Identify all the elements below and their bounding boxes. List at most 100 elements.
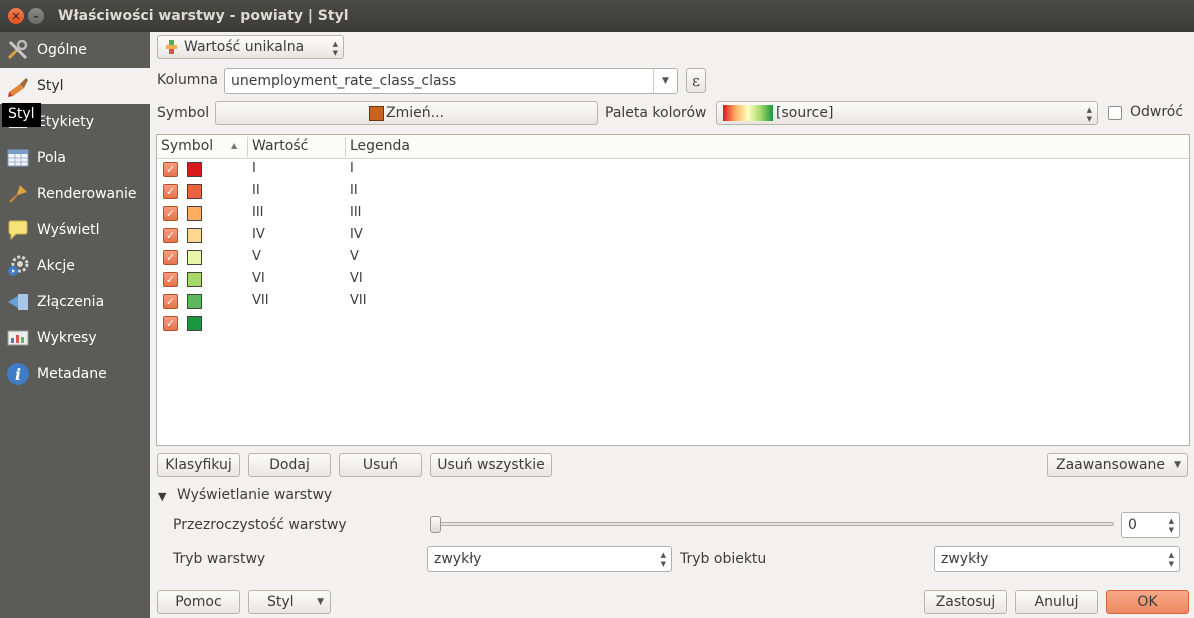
feature-blend-select[interactable]: zwykły ▲ ▼ — [934, 546, 1180, 572]
column-combobox[interactable]: unemployment_rate_class_class ▼ — [224, 68, 678, 94]
feature-blend-value: zwykły — [941, 551, 989, 567]
chevron-down-icon: ▼ — [317, 597, 324, 607]
layer-rendering-section-title[interactable]: Wyświetlanie warstwy — [177, 487, 332, 503]
row-value[interactable]: III — [252, 205, 264, 220]
row-visible-checkbox[interactable]: ✓ — [163, 206, 178, 221]
sort-ascending-icon: ▲ — [231, 141, 238, 150]
header-value[interactable]: Wartość — [252, 138, 308, 154]
collapse-triangle-icon[interactable]: ▼ — [158, 490, 166, 503]
chevron-down-icon: ▼ — [1174, 460, 1181, 470]
sidebar-item-label: Złączenia — [37, 294, 105, 310]
row-symbol-swatch[interactable] — [187, 316, 202, 331]
row-value[interactable]: I — [252, 161, 256, 176]
transparency-slider[interactable] — [430, 515, 1114, 535]
transparency-label: Przezroczystość warstwy — [173, 517, 347, 533]
table-row[interactable]: ✓ — [157, 313, 1189, 335]
gear-icon — [6, 254, 30, 278]
expression-button[interactable]: ε — [686, 68, 706, 93]
categories-table[interactable]: Symbol ▲ Wartość Legenda ✓ I I ✓ II II ✓… — [156, 134, 1190, 446]
sidebar-item-style[interactable]: Styl — [0, 68, 150, 104]
row-value[interactable]: VII — [252, 293, 269, 308]
table-row[interactable]: ✓ IV IV — [157, 225, 1189, 247]
row-legend[interactable]: III — [350, 205, 362, 220]
updown-icon: ▲ ▼ — [660, 551, 666, 568]
help-button[interactable]: Pomoc — [157, 590, 240, 614]
row-visible-checkbox[interactable]: ✓ — [163, 294, 178, 309]
row-visible-checkbox[interactable]: ✓ — [163, 162, 178, 177]
row-symbol-swatch[interactable] — [187, 162, 202, 177]
table-row[interactable]: ✓ VI VI — [157, 269, 1189, 291]
style-menu-button[interactable]: Styl ▼ — [248, 590, 331, 614]
row-legend[interactable]: I — [350, 161, 354, 176]
invert-label: Odwróć — [1130, 104, 1184, 120]
sidebar-item-general[interactable]: Ogólne — [0, 32, 150, 68]
sidebar-item-fields[interactable]: Pola — [0, 140, 150, 176]
header-legend[interactable]: Legenda — [350, 138, 410, 154]
sidebar-item-label: Ogólne — [37, 42, 87, 58]
remove-all-button[interactable]: Usuń wszystkie — [430, 453, 552, 477]
row-symbol-swatch[interactable] — [187, 250, 202, 265]
renderer-type-select[interactable]: Wartość unikalna ▲ ▼ — [157, 35, 344, 59]
ok-button[interactable]: OK — [1106, 590, 1189, 614]
close-icon[interactable]: ✕ — [8, 8, 24, 24]
layer-blend-value: zwykły — [434, 551, 482, 567]
row-legend[interactable]: V — [350, 249, 359, 264]
row-visible-checkbox[interactable]: ✓ — [163, 272, 178, 287]
add-button[interactable]: Dodaj — [248, 453, 331, 477]
color-ramp-select[interactable]: [source] ▲ ▼ — [716, 101, 1098, 125]
row-symbol-swatch[interactable] — [187, 206, 202, 221]
row-visible-checkbox[interactable]: ✓ — [163, 184, 178, 199]
row-visible-checkbox[interactable]: ✓ — [163, 250, 178, 265]
row-legend[interactable]: II — [350, 183, 358, 198]
row-visible-checkbox[interactable]: ✓ — [163, 228, 178, 243]
paintbrush-icon — [6, 74, 30, 98]
transparency-spinbox[interactable]: 0 ▲ ▼ — [1121, 512, 1180, 538]
layer-blend-select[interactable]: zwykły ▲ ▼ — [427, 546, 672, 572]
table-row[interactable]: ✓ VII VII — [157, 291, 1189, 313]
apply-button[interactable]: Zastosuj — [924, 590, 1007, 614]
sidebar-item-joins[interactable]: Złączenia — [0, 284, 150, 320]
table-icon — [6, 146, 30, 170]
sidebar-item-actions[interactable]: Akcje — [0, 248, 150, 284]
table-row[interactable]: ✓ V V — [157, 247, 1189, 269]
row-legend[interactable]: VI — [350, 271, 363, 286]
window-title: Właściwości warstwy - powiaty | Styl — [58, 8, 349, 24]
classify-button[interactable]: Klasyfikuj — [157, 453, 240, 477]
slider-handle[interactable] — [430, 516, 441, 533]
table-row[interactable]: ✓ II II — [157, 181, 1189, 203]
window-titlebar: ✕ – Właściwości warstwy - powiaty | Styl — [0, 0, 1194, 32]
row-symbol-swatch[interactable] — [187, 228, 202, 243]
row-symbol-swatch[interactable] — [187, 184, 202, 199]
row-symbol-swatch[interactable] — [187, 294, 202, 309]
minimize-icon[interactable]: – — [28, 8, 44, 24]
chevron-down-icon[interactable]: ▼ — [653, 69, 677, 93]
row-value[interactable]: V — [252, 249, 261, 264]
row-legend[interactable]: VII — [350, 293, 367, 308]
row-symbol-swatch[interactable] — [187, 272, 202, 287]
table-row[interactable]: ✓ I I — [157, 159, 1189, 181]
column-label: Kolumna — [157, 72, 218, 88]
row-value[interactable]: IV — [252, 227, 265, 242]
invert-checkbox[interactable] — [1108, 106, 1122, 120]
updown-icon: ▲ ▼ — [1168, 551, 1174, 568]
updown-icon[interactable]: ▲ ▼ — [1169, 517, 1174, 535]
brush-icon — [6, 182, 30, 206]
row-value[interactable]: II — [252, 183, 260, 198]
table-row[interactable]: ✓ III III — [157, 203, 1189, 225]
sidebar-item-metadata[interactable]: i Metadane — [0, 356, 150, 392]
row-value[interactable]: VI — [252, 271, 265, 286]
tools-icon — [6, 38, 30, 62]
advanced-button[interactable]: Zaawansowane ▼ — [1047, 453, 1188, 477]
sidebar-item-rendering[interactable]: Renderowanie — [0, 176, 150, 212]
remove-button[interactable]: Usuń — [339, 453, 422, 477]
sidebar-item-display[interactable]: Wyświetl — [0, 212, 150, 248]
cancel-button[interactable]: Anuluj — [1015, 590, 1098, 614]
updown-icon: ▲ ▼ — [332, 40, 338, 57]
color-ramp-label: Paleta kolorów — [605, 105, 707, 121]
row-visible-checkbox[interactable]: ✓ — [163, 316, 178, 331]
sidebar-item-diagrams[interactable]: Wykresy — [0, 320, 150, 356]
change-symbol-button[interactable]: Zmień... — [215, 101, 598, 125]
row-legend[interactable]: IV — [350, 227, 363, 242]
header-symbol[interactable]: Symbol — [161, 138, 213, 154]
sidebar-item-label: Etykiety — [37, 114, 95, 130]
